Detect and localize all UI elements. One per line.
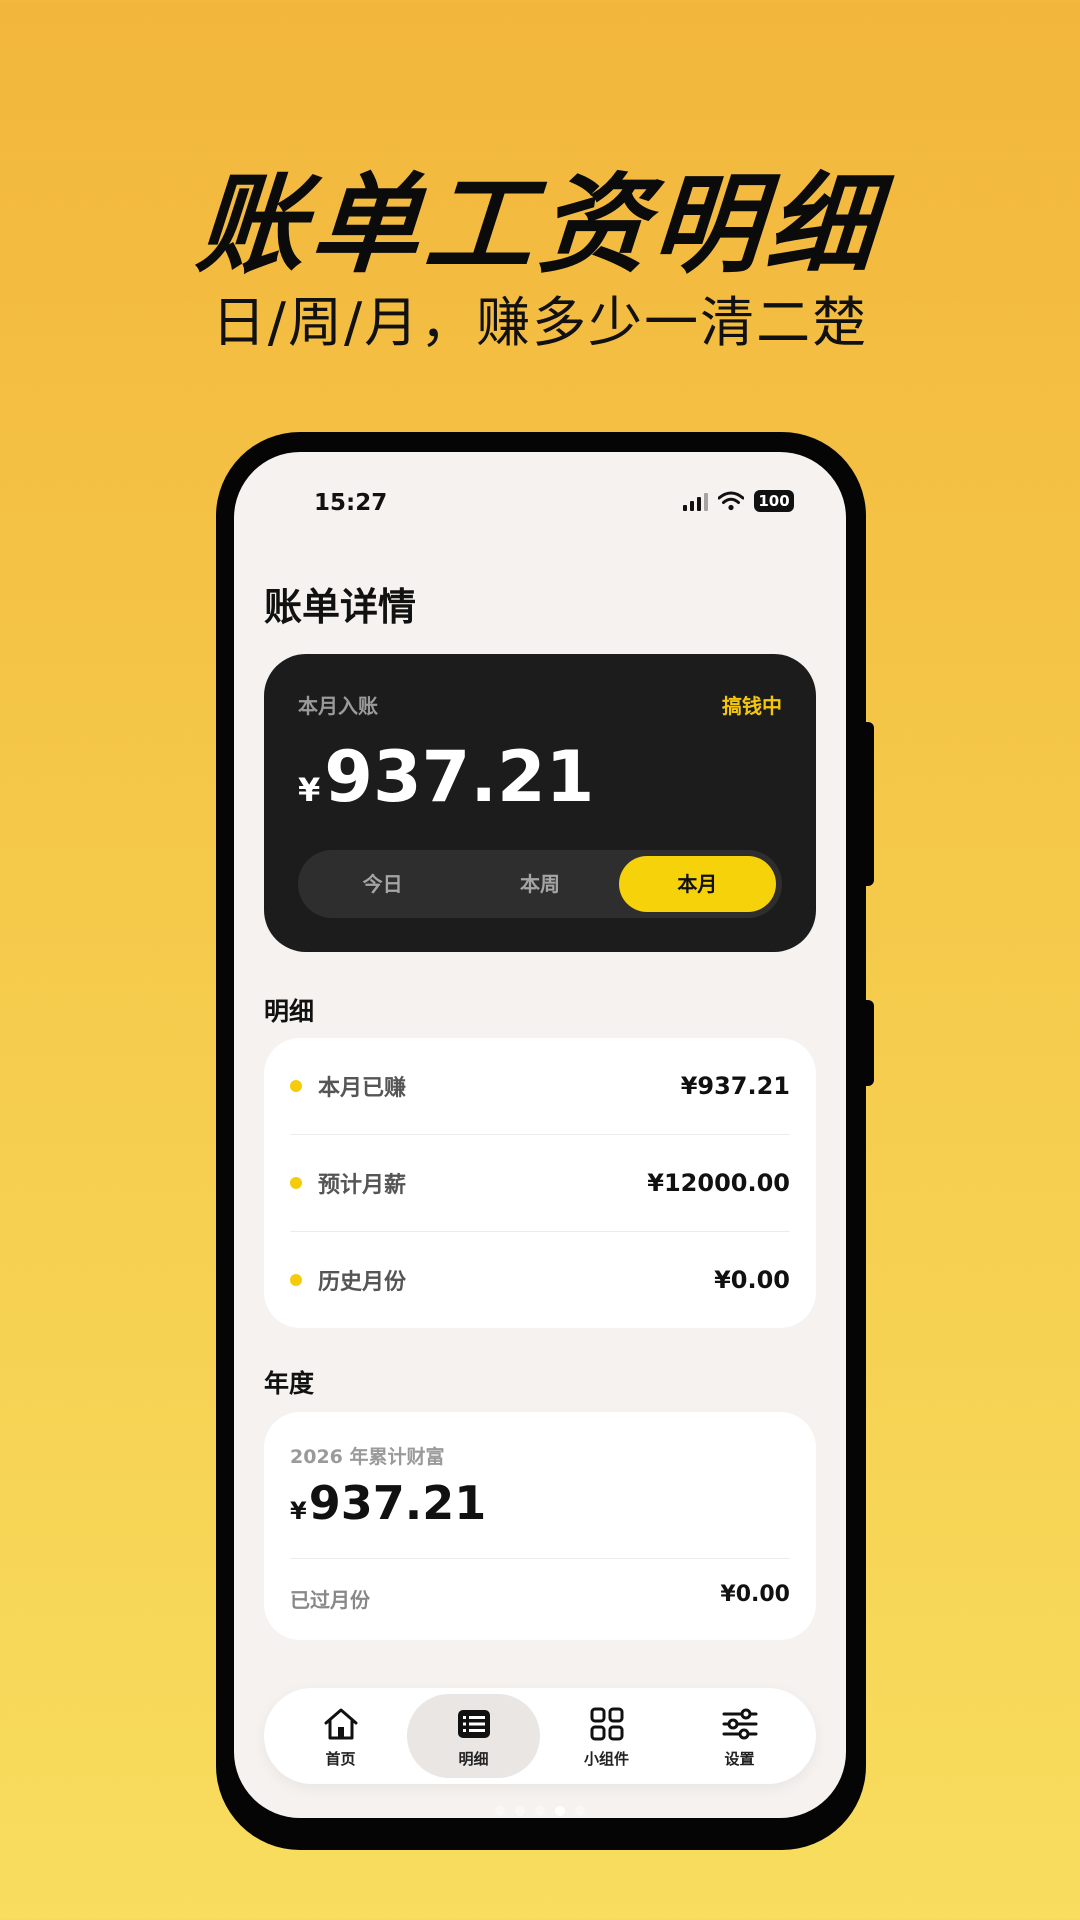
page-dot[interactable]	[535, 1806, 545, 1816]
annual-footer-label: 已过月份	[290, 1588, 370, 1612]
signal-icon	[683, 491, 708, 511]
income-amount-value: 937.21	[324, 736, 595, 818]
promo-subtitle: 日/周/月，赚多少一清二楚	[211, 291, 869, 354]
divider	[290, 1558, 790, 1559]
annual-section-title: 年度	[264, 1369, 315, 1398]
sliders-icon	[722, 1708, 757, 1739]
battery-icon: 100	[754, 490, 794, 512]
bullet-icon	[290, 1177, 302, 1189]
currency-symbol: ¥	[298, 771, 321, 809]
bullet-icon	[290, 1080, 302, 1092]
detail-value: ¥0.00	[714, 1266, 790, 1294]
detail-value: ¥12000.00	[647, 1169, 790, 1197]
grid-icon	[590, 1707, 623, 1740]
tab-widgets[interactable]: 小组件	[540, 1694, 673, 1778]
page-dot[interactable]	[495, 1806, 505, 1816]
phone-screen: 15:27 100 账单详情 本月入账 搞钱中 ¥ 937.21 今日 本周 本…	[234, 452, 846, 1818]
period-tab-week[interactable]: 本周	[461, 856, 618, 912]
annual-label: 2026 年累计财富	[290, 1446, 445, 1468]
page-dot[interactable]	[515, 1806, 525, 1816]
detail-row-earned[interactable]: 本月已赚 ¥937.21	[290, 1038, 790, 1134]
period-toggle: 今日 本周 本月	[298, 850, 782, 918]
detail-row-history[interactable]: 历史月份 ¥0.00	[290, 1232, 790, 1328]
bottom-tab-bar: 首页 明细 小组件 设置	[264, 1688, 816, 1784]
status-icons: 100	[683, 490, 794, 512]
bullet-icon	[290, 1274, 302, 1286]
currency-symbol: ¥	[290, 1497, 307, 1525]
page-title: 账单详情	[264, 585, 417, 629]
tab-label: 首页	[325, 1749, 356, 1768]
income-status-badge: 搞钱中	[722, 694, 782, 718]
annual-card: 2026 年累计财富 ¥ 937.21 已过月份 ¥0.00	[264, 1412, 816, 1640]
tab-label: 明细	[458, 1749, 489, 1768]
page-indicator	[0, 1806, 1080, 1816]
detail-label: 历史月份	[318, 1270, 407, 1295]
annual-amount: ¥ 937.21	[290, 1476, 486, 1530]
detail-value: ¥937.21	[680, 1072, 790, 1100]
details-section-title: 明细	[264, 997, 315, 1026]
page-dot-active[interactable]	[555, 1806, 565, 1816]
wifi-icon	[718, 491, 744, 511]
income-label: 本月入账	[298, 694, 378, 718]
status-time: 15:27	[314, 490, 388, 516]
detail-label: 预计月薪	[318, 1173, 407, 1198]
tab-details[interactable]: 明细	[407, 1694, 540, 1778]
income-card: 本月入账 搞钱中 ¥ 937.21 今日 本周 本月	[264, 654, 816, 952]
annual-amount-value: 937.21	[308, 1476, 487, 1530]
detail-label: 本月已赚	[318, 1076, 407, 1101]
tab-home[interactable]: 首页	[274, 1694, 407, 1778]
income-amount: ¥ 937.21	[298, 736, 594, 818]
period-tab-month[interactable]: 本月	[618, 856, 776, 912]
promo-title: 账单工资明细	[192, 163, 886, 288]
tab-label: 设置	[724, 1749, 755, 1768]
detail-row-expected-salary[interactable]: 预计月薪 ¥12000.00	[290, 1135, 790, 1231]
home-icon	[324, 1708, 357, 1739]
details-card: 本月已赚 ¥937.21 预计月薪 ¥12000.00 历史月份 ¥0.00	[264, 1038, 816, 1328]
page-dot[interactable]	[575, 1806, 585, 1816]
tab-settings[interactable]: 设置	[673, 1694, 806, 1778]
period-tab-today[interactable]: 今日	[304, 856, 461, 912]
tab-label: 小组件	[583, 1749, 629, 1768]
annual-footer-value: ¥0.00	[720, 1582, 790, 1607]
list-icon	[457, 1709, 490, 1738]
